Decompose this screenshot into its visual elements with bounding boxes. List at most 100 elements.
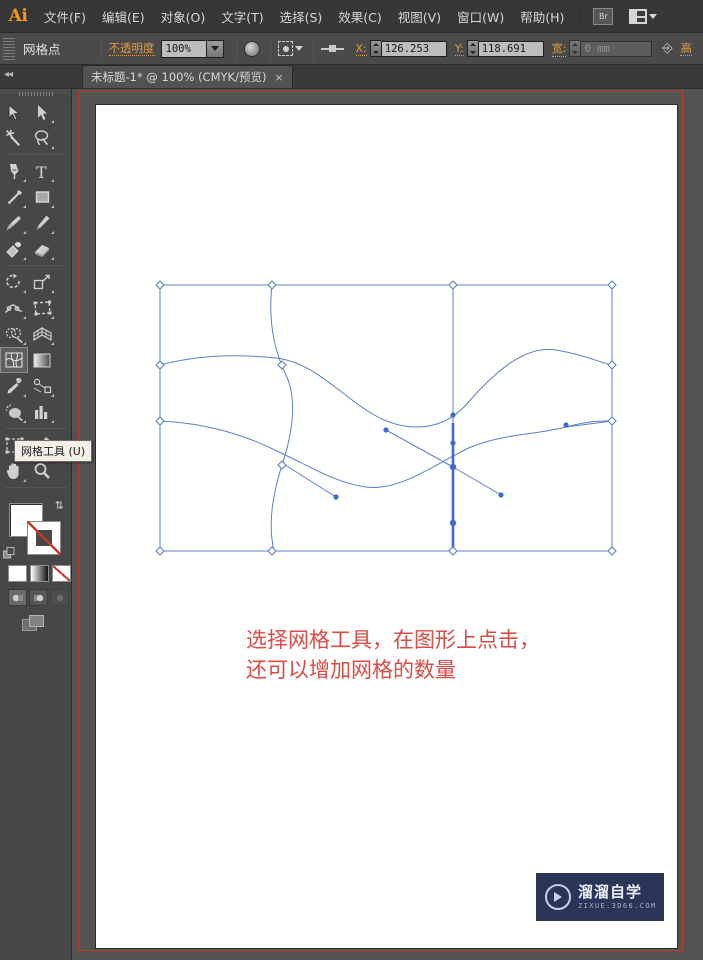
blob-brush-tool[interactable] bbox=[0, 236, 28, 262]
link-dimensions-icon[interactable]: ⎆ bbox=[660, 41, 674, 56]
document-tab-title: 未标题-1* @ 100% (CMYK/预览) bbox=[91, 70, 267, 84]
stroke-color-swatch[interactable] bbox=[27, 521, 61, 555]
document-tab-bar: ◂◂ 未标题-1* @ 100% (CMYK/预览) × bbox=[0, 65, 703, 89]
play-circle-icon bbox=[545, 884, 571, 910]
x-coordinate-field[interactable]: 126.253 bbox=[369, 40, 447, 57]
menu-view[interactable]: 视图(V) bbox=[390, 0, 449, 33]
y-coordinate-label: Y: bbox=[454, 41, 464, 56]
magic-wand-tool[interactable] bbox=[0, 125, 28, 151]
align-slider-icon[interactable] bbox=[320, 45, 344, 52]
toolbox-drag-handle[interactable] bbox=[0, 89, 71, 99]
control-divider-3 bbox=[269, 37, 271, 60]
transparency-icon[interactable] bbox=[243, 40, 260, 57]
width-stepper[interactable] bbox=[569, 40, 581, 57]
menu-select[interactable]: 选择(S) bbox=[272, 0, 331, 33]
canvas-area[interactable]: 选择网格工具，在图形上点击， 还可以增加网格的数量 溜溜自学 ZIXUE.3D66… bbox=[72, 89, 703, 960]
menu-divider bbox=[580, 6, 582, 26]
collapse-panel-icon[interactable]: ◂◂ bbox=[4, 69, 13, 80]
pen-tool[interactable] bbox=[0, 158, 28, 184]
tool-tooltip: 网格工具 (U) bbox=[14, 440, 93, 462]
width-field[interactable]: 0 mm bbox=[569, 40, 653, 57]
gradient-mesh-object[interactable] bbox=[96, 105, 679, 950]
color-mode-row bbox=[8, 565, 71, 582]
watermark-logo: 溜溜自学 ZIXUE.3D66.COM bbox=[536, 873, 664, 921]
gradient-mode-button[interactable] bbox=[30, 565, 49, 582]
annotation-line-2: 还可以增加网格的数量 bbox=[246, 658, 456, 682]
document-tab[interactable]: 未标题-1* @ 100% (CMYK/预览) × bbox=[82, 65, 293, 88]
menu-window[interactable]: 窗口(W) bbox=[449, 0, 512, 33]
annotation-line-1: 选择网格工具，在图形上点击， bbox=[246, 628, 540, 652]
tool-divider-2 bbox=[5, 265, 67, 266]
menu-effect[interactable]: 效果(C) bbox=[330, 0, 389, 33]
x-value[interactable]: 126.253 bbox=[380, 40, 447, 57]
control-divider-4 bbox=[312, 37, 314, 60]
target-selection-icon bbox=[277, 41, 293, 56]
opacity-value: 100% bbox=[165, 42, 191, 55]
chevron-down-icon bbox=[649, 13, 658, 19]
toolbox-panel: T ⇅ 网格工具 (U) bbox=[0, 89, 93, 960]
opacity-dropdown-arrow[interactable] bbox=[205, 40, 223, 57]
annotation-text: 选择网格工具，在图形上点击， 还可以增加网格的数量 bbox=[246, 625, 540, 685]
close-icon[interactable]: × bbox=[274, 71, 283, 84]
tool-divider-3 bbox=[5, 428, 67, 429]
pencil-tool[interactable] bbox=[28, 210, 56, 236]
isolation-mode-button[interactable] bbox=[277, 41, 303, 56]
menu-edit[interactable]: 编辑(E) bbox=[94, 0, 153, 33]
y-value[interactable]: 118.691 bbox=[477, 40, 544, 57]
type-tool[interactable]: T bbox=[28, 158, 56, 184]
y-stepper[interactable] bbox=[466, 40, 478, 57]
draw-normal-button[interactable] bbox=[8, 589, 27, 606]
svg-text:T: T bbox=[36, 163, 47, 180]
gradient-tool[interactable] bbox=[28, 347, 56, 373]
rectangle-tool[interactable] bbox=[28, 184, 56, 210]
menu-bar: Ai 文件(F) 编辑(E) 对象(O) 文字(T) 选择(S) 效果(C) 视… bbox=[0, 0, 703, 33]
menu-type[interactable]: 文字(T) bbox=[213, 0, 271, 33]
direct-selection-tool[interactable] bbox=[28, 99, 56, 125]
drawing-mode-row bbox=[8, 589, 69, 606]
control-divider-1 bbox=[100, 37, 102, 60]
scale-tool[interactable] bbox=[28, 269, 56, 295]
symbol-sprayer-tool[interactable] bbox=[0, 399, 28, 425]
control-bar-grip[interactable] bbox=[3, 37, 15, 60]
width-tool[interactable] bbox=[0, 295, 28, 321]
menu-object[interactable]: 对象(O) bbox=[153, 0, 214, 33]
height-label[interactable]: 高 bbox=[680, 41, 692, 56]
change-screen-mode-button[interactable] bbox=[22, 615, 46, 637]
draw-behind-button[interactable] bbox=[29, 589, 48, 606]
arrange-documents-button[interactable] bbox=[629, 8, 658, 24]
y-coordinate-field[interactable]: 118.691 bbox=[466, 40, 544, 57]
watermark-subtitle: ZIXUE.3D66.COM bbox=[578, 901, 657, 910]
app-logo: Ai bbox=[8, 6, 28, 26]
perspective-grid-tool[interactable] bbox=[28, 321, 56, 347]
rotate-tool[interactable] bbox=[0, 269, 28, 295]
opacity-label[interactable]: 不透明度 bbox=[108, 41, 155, 56]
eyedropper-tool[interactable] bbox=[0, 373, 28, 399]
paintbrush-tool[interactable] bbox=[0, 210, 28, 236]
selection-tool[interactable] bbox=[0, 99, 28, 125]
x-stepper[interactable] bbox=[369, 40, 381, 57]
menu-file[interactable]: 文件(F) bbox=[36, 0, 94, 33]
lasso-tool[interactable] bbox=[28, 125, 56, 151]
line-segment-tool[interactable] bbox=[0, 184, 28, 210]
none-mode-button[interactable] bbox=[52, 565, 71, 582]
color-mode-button[interactable] bbox=[8, 565, 27, 582]
tool-grid: T bbox=[0, 99, 72, 491]
opacity-combo[interactable]: 100% bbox=[160, 39, 224, 58]
color-controls: ⇅ bbox=[0, 497, 72, 631]
blend-tool[interactable] bbox=[28, 373, 56, 399]
shape-builder-tool[interactable] bbox=[0, 321, 28, 347]
default-fill-stroke-icon[interactable] bbox=[3, 545, 16, 559]
artboard-bounds: 选择网格工具，在图形上点击， 还可以增加网格的数量 溜溜自学 ZIXUE.3D66… bbox=[78, 91, 683, 951]
eraser-tool[interactable] bbox=[28, 236, 56, 262]
chevron-down-icon bbox=[294, 46, 303, 51]
mesh-tool[interactable] bbox=[0, 347, 28, 373]
artboard[interactable]: 选择网格工具，在图形上点击， 还可以增加网格的数量 溜溜自学 ZIXUE.3D66… bbox=[95, 104, 678, 949]
menu-help[interactable]: 帮助(H) bbox=[512, 0, 572, 33]
swap-fill-stroke-icon[interactable]: ⇅ bbox=[55, 499, 64, 512]
draw-inside-button[interactable] bbox=[50, 589, 69, 606]
width-value[interactable]: 0 mm bbox=[580, 40, 653, 57]
free-transform-tool[interactable] bbox=[28, 295, 56, 321]
chevron-down-icon bbox=[210, 46, 219, 51]
column-graph-tool[interactable] bbox=[28, 399, 56, 425]
bridge-icon[interactable]: Br bbox=[593, 7, 614, 25]
